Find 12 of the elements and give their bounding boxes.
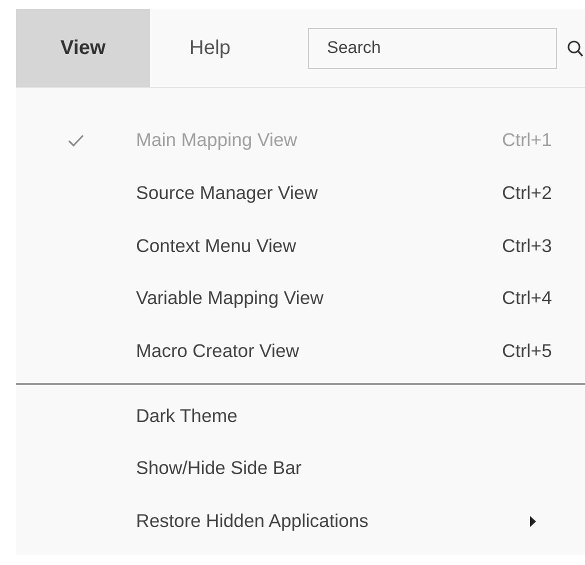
menu-item[interactable]: Show/Hide Side Bar [16, 442, 585, 495]
menu-item[interactable]: Context Menu View Ctrl+3 [16, 219, 585, 272]
menu-item[interactable]: Restore Hidden Applications [16, 494, 585, 548]
menu-tab[interactable]: View [16, 9, 150, 87]
menu-item[interactable]: Dark Theme [16, 389, 585, 442]
menu-item[interactable]: Variable Mapping View Ctrl+4 [16, 272, 585, 325]
submenu-arrow-icon [530, 516, 536, 528]
menu-tab[interactable]: Help [150, 9, 270, 87]
menu-item[interactable]: Source Manager View Ctrl+2 [16, 166, 585, 220]
search-field[interactable]: Search [308, 28, 557, 68]
menu-item[interactable]: Macro Creator View Ctrl+5 [16, 324, 585, 378]
search-icon[interactable] [567, 40, 583, 56]
